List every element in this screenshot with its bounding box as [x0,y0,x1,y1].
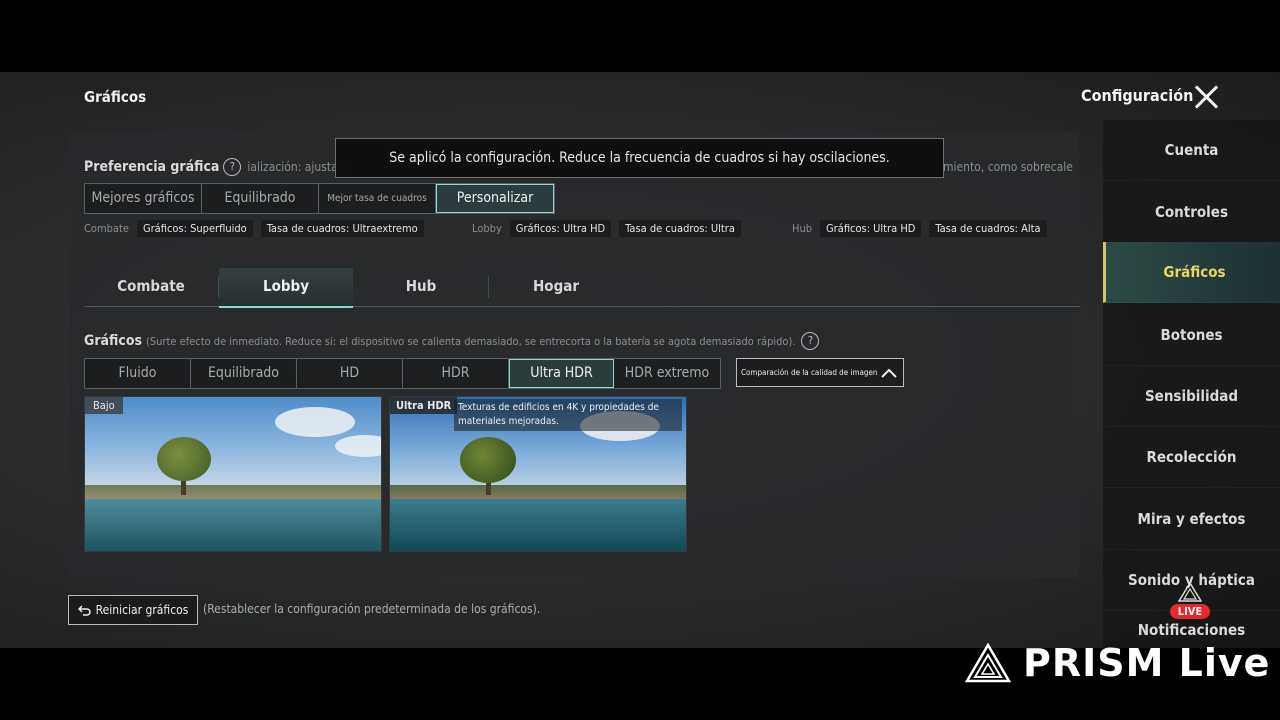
quality-option-fluido[interactable]: Fluido [85,359,191,388]
chevron-up-icon [881,368,897,378]
quality-option-hdr-extremo[interactable]: HDR extremo [614,359,720,388]
tree [460,437,516,483]
cloud [275,407,355,437]
reset-graphics-button[interactable]: Reiniciar gráficos [68,595,198,625]
preference-selector: Mejores gráficos Equilibrado Mejor tasa … [84,183,555,214]
quality-option-hd[interactable]: HD [297,359,403,388]
graphics-row: Gráficos (Surte efecto de inmediato. Red… [84,332,820,350]
preset-combat-graphics: Gráficos: Superfluido [136,220,253,237]
sidebar-item-sensibilidad[interactable]: Sensibilidad [1103,366,1280,427]
page-title: Gráficos [84,88,147,106]
quality-option-ultra-hdr[interactable]: Ultra HDR [509,359,614,388]
sidebar-item-mira-efectos[interactable]: Mira y efectos [1103,489,1280,550]
sidebar-item-recoleccion[interactable]: Recolección [1103,427,1280,488]
help-icon[interactable]: ? [801,332,820,350]
prism-live-brand: PRISM Live [965,640,1270,686]
tab-hogar[interactable]: Hogar [489,268,623,306]
reset-graphics-label: Reiniciar gráficos [95,603,189,617]
undo-icon [77,605,91,616]
quality-option-equilibrado[interactable]: Equilibrado [191,359,297,388]
water [85,498,381,551]
graphics-label: Gráficos [84,333,143,349]
pref-option-balanced[interactable]: Equilibrado [202,184,319,213]
image-ultra-desc: Texturas de edificios en 4K y propiedade… [454,399,682,431]
help-icon[interactable]: ? [223,158,242,176]
tab-combate[interactable]: Combate [84,268,218,306]
preference-row: Preferencia gráfica ? ialización: ajusta… [84,158,351,176]
preset-hub-name: Hub [792,222,813,235]
quality-option-hdr[interactable]: HDR [403,359,509,388]
preset-hub: Hub Gráficos: Ultra HD Tasa de cuadros: … [792,220,1047,237]
mode-tabs: Combate Lobby Hub Hogar [84,268,1080,308]
preset-lobby-fps: Tasa de cuadros: Ultra [619,220,741,237]
pref-option-best[interactable]: Mejores gráficos [85,184,202,213]
preset-lobby-graphics: Gráficos: Ultra HD [509,220,612,237]
image-ultra-hdr: Ultra HDR Texturas de edificios en 4K y … [389,396,687,552]
image-low-quality: Bajo [84,396,382,552]
preset-combat-fps: Tasa de cuadros: Ultraextremo [260,220,424,237]
preference-desc-right: miento, como sobrecale [943,160,1073,174]
reset-desc: (Restablecer la configuración predetermi… [203,602,541,616]
sidebar-item-botones[interactable]: Botones [1103,305,1280,366]
toast-message: Se aplicó la configuración. Reduce la fr… [335,138,944,178]
preset-combat-name: Combate [84,222,129,235]
settings-title: Configuración [1081,86,1194,105]
preset-combat: Combate Gráficos: Superfluido Tasa de cu… [84,220,424,237]
sidebar-item-cuenta[interactable]: Cuenta [1103,120,1280,181]
live-overlay: LIVE [1170,581,1210,619]
water [390,498,686,551]
preset-hub-fps: Tasa de cuadros: Alta [929,220,1047,237]
pref-option-fps[interactable]: Mejor tasa de cuadros [319,184,436,213]
brand-text: PRISM Live [1023,641,1271,685]
tab-hub[interactable]: Hub [354,268,488,306]
tree [157,437,211,481]
preset-hub-graphics: Gráficos: Ultra HD [820,220,922,237]
preset-lobby-name: Lobby [472,222,502,235]
prism-logo-icon [965,643,1011,683]
compare-quality-button[interactable]: Comparación de la calidad de imagen [736,358,904,387]
graphics-note: (Surte efecto de inmediato. Reduce si: e… [146,334,796,348]
compare-quality-label: Comparación de la calidad de imagen [741,368,878,377]
image-ultra-label: Ultra HDR [390,397,458,414]
sidebar-item-controles[interactable]: Controles [1103,182,1280,243]
pref-option-custom[interactable]: Personalizar [436,184,554,213]
preference-label: Preferencia gráfica [84,159,220,175]
graphics-quality-selector: Fluido Equilibrado HD HDR Ultra HDR HDR … [84,358,721,389]
settings-screen: Gráficos Configuración Preferencia gráfi… [0,72,1280,648]
image-low-label: Bajo [85,397,123,414]
settings-sidebar: Cuenta Controles Gráficos Botones Sensib… [1103,120,1280,648]
live-badge: LIVE [1170,604,1210,619]
close-icon[interactable] [1193,84,1219,110]
prism-logo-icon [1177,581,1203,602]
tab-lobby[interactable]: Lobby [219,268,353,308]
preset-lobby: Lobby Gráficos: Ultra HD Tasa de cuadros… [472,220,741,237]
sidebar-item-graficos[interactable]: Gráficos [1103,242,1280,303]
